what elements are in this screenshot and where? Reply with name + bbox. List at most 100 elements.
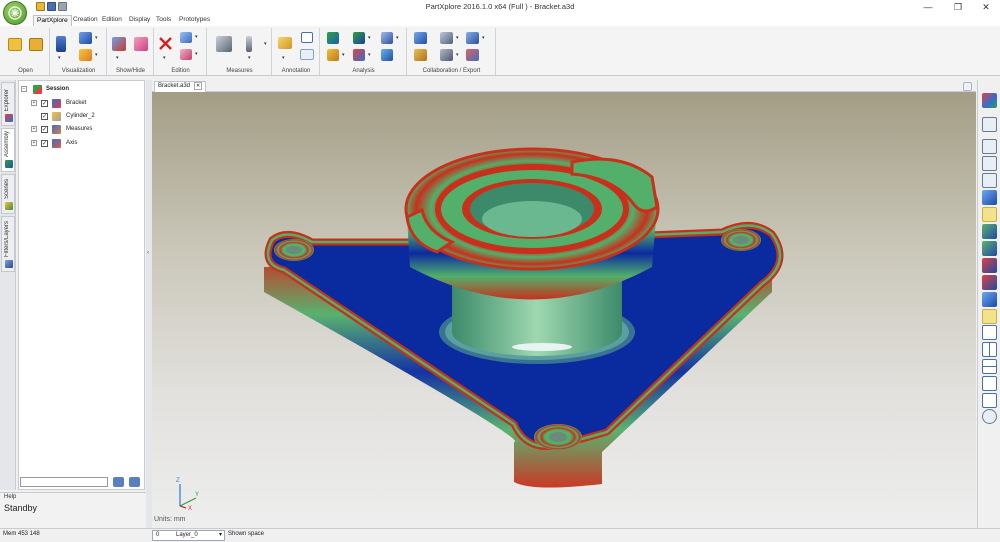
single-viewport-icon[interactable] bbox=[982, 325, 997, 340]
collapse-panel-icon[interactable]: ‹ bbox=[147, 250, 149, 256]
visibility-checkbox[interactable]: ✓ bbox=[41, 140, 48, 147]
grid-viewports-icon[interactable] bbox=[982, 393, 997, 408]
expand-icon[interactable]: + bbox=[31, 100, 37, 106]
3d-viewport[interactable]: Units: mm Z Y X bbox=[152, 92, 976, 528]
view-cube-dropdown-icon[interactable]: ▾ bbox=[95, 35, 98, 41]
tree-node-cylinder[interactable]: ✓ Cylinder_2 bbox=[31, 111, 141, 122]
view-top-icon[interactable] bbox=[982, 224, 997, 239]
copy-icon[interactable] bbox=[180, 32, 192, 43]
lighting-icon[interactable] bbox=[79, 49, 92, 61]
search-down-icon[interactable] bbox=[113, 477, 124, 487]
tree-node-session[interactable]: − Session bbox=[21, 84, 141, 95]
hide-icon[interactable] bbox=[134, 37, 148, 51]
view-toolbar bbox=[977, 80, 1000, 528]
share-dropdown-icon[interactable]: ▾ bbox=[456, 35, 459, 41]
measure-distance-icon[interactable] bbox=[216, 36, 232, 52]
side-tab-assembly[interactable]: Assembly bbox=[1, 128, 15, 172]
view-home-icon[interactable] bbox=[982, 93, 997, 108]
visibility-checkbox[interactable]: ✓ bbox=[41, 126, 48, 133]
viewport-options-icon[interactable] bbox=[963, 82, 972, 91]
publish-dropdown-icon[interactable]: ▾ bbox=[482, 35, 485, 41]
view-right-icon[interactable] bbox=[982, 275, 997, 290]
side-tab-explorer[interactable]: Explorer bbox=[1, 82, 15, 126]
analysis-thickness-icon[interactable] bbox=[327, 49, 339, 61]
flag-icon[interactable] bbox=[301, 32, 313, 43]
open-recent-icon[interactable] bbox=[29, 38, 43, 51]
tab-display[interactable]: Display bbox=[126, 15, 153, 26]
visibility-checkbox[interactable]: ✓ bbox=[41, 113, 48, 120]
render-mode-icon[interactable] bbox=[56, 36, 66, 52]
view-bottom-icon[interactable] bbox=[982, 241, 997, 256]
tree-node-bracket[interactable]: + ✓ Bracket bbox=[31, 98, 141, 109]
close-tab-icon[interactable]: ✕ bbox=[194, 82, 203, 90]
side-tab-scenes[interactable]: Scenes bbox=[1, 174, 15, 214]
transform-dropdown-icon[interactable]: ▾ bbox=[195, 51, 198, 57]
annotation-icon[interactable] bbox=[278, 37, 292, 49]
analysis-curvature-icon[interactable] bbox=[327, 32, 339, 44]
show-dropdown-icon[interactable]: ▾ bbox=[116, 55, 119, 61]
measure-point-dropdown-icon[interactable]: ▾ bbox=[248, 55, 251, 61]
analysis-color-map-dropdown-icon[interactable]: ▾ bbox=[368, 52, 371, 58]
app-logo-icon[interactable] bbox=[3, 1, 27, 25]
four-viewports-icon[interactable] bbox=[982, 376, 997, 391]
view-cube-icon[interactable] bbox=[79, 32, 92, 44]
measure-dropdown-icon[interactable]: ▾ bbox=[264, 41, 267, 47]
render-mode-dropdown-icon[interactable]: ▾ bbox=[58, 55, 61, 61]
zoom-window-icon[interactable] bbox=[982, 139, 997, 154]
zoom-out-icon[interactable] bbox=[982, 173, 997, 188]
export-icon[interactable] bbox=[414, 32, 427, 44]
tab-tools[interactable]: Tools bbox=[153, 15, 174, 26]
visibility-checkbox[interactable]: ✓ bbox=[41, 100, 48, 107]
view-front-icon[interactable] bbox=[982, 190, 997, 205]
view-iso-icon[interactable] bbox=[982, 207, 997, 222]
analysis-compare-dropdown-icon[interactable]: ▾ bbox=[396, 35, 399, 41]
share-icon[interactable] bbox=[440, 32, 453, 44]
analysis-draft-icon[interactable] bbox=[353, 32, 365, 44]
side-tab-filters-layers[interactable]: Filters/Layers bbox=[1, 216, 15, 272]
tab-edition[interactable]: Edition bbox=[99, 15, 125, 26]
lighting-dropdown-icon[interactable]: ▾ bbox=[95, 52, 98, 58]
analysis-compare-icon[interactable] bbox=[381, 32, 393, 44]
maximize-button[interactable]: ❐ bbox=[944, 0, 972, 15]
copy-dropdown-icon[interactable]: ▾ bbox=[195, 34, 198, 40]
delete-icon[interactable] bbox=[158, 36, 173, 51]
zoom-selection-icon[interactable] bbox=[982, 409, 997, 424]
layer-select[interactable]: 0 Layer_0 ▾ bbox=[152, 530, 225, 541]
analysis-thickness-dropdown-icon[interactable]: ▾ bbox=[342, 52, 345, 58]
view-left-icon[interactable] bbox=[982, 258, 997, 273]
analysis-draft-dropdown-icon[interactable]: ▾ bbox=[368, 35, 371, 41]
expand-icon[interactable]: + bbox=[31, 140, 37, 146]
zoom-in-icon[interactable] bbox=[982, 156, 997, 171]
section-view-icon[interactable] bbox=[982, 309, 997, 324]
show-icon[interactable] bbox=[112, 37, 126, 51]
screenshot-icon[interactable] bbox=[414, 49, 427, 61]
transform-icon[interactable] bbox=[180, 49, 192, 60]
text-note-icon[interactable] bbox=[300, 49, 314, 60]
tab-prototypes[interactable]: Prototypes bbox=[176, 15, 213, 26]
analysis-color-map-icon[interactable] bbox=[353, 49, 365, 61]
print-model-icon[interactable] bbox=[440, 49, 453, 61]
split-vertical-icon[interactable] bbox=[982, 342, 997, 357]
publish-icon[interactable] bbox=[466, 32, 479, 44]
tree-node-measures[interactable]: + ✓ Measures bbox=[31, 124, 141, 135]
tree-search-input[interactable] bbox=[20, 477, 108, 487]
collapse-icon[interactable]: − bbox=[21, 86, 27, 92]
tree-node-axis[interactable]: + ✓ Axis bbox=[31, 138, 141, 149]
open-folder-icon[interactable] bbox=[8, 38, 22, 51]
analysis-section-icon[interactable] bbox=[381, 49, 393, 61]
measure-point-icon[interactable] bbox=[246, 36, 252, 52]
tab-partxplore[interactable]: PartXplore bbox=[33, 15, 72, 26]
view-back-icon[interactable] bbox=[982, 292, 997, 307]
minimize-button[interactable]: — bbox=[914, 0, 942, 15]
send-icon[interactable] bbox=[466, 49, 479, 61]
expand-icon[interactable]: + bbox=[31, 126, 37, 132]
document-tab[interactable]: Bracket.a3d ✕ bbox=[154, 81, 207, 92]
delete-dropdown-icon[interactable]: ▾ bbox=[163, 55, 166, 61]
annotation-dropdown-icon[interactable]: ▾ bbox=[282, 55, 285, 61]
split-horizontal-icon[interactable] bbox=[982, 359, 997, 374]
tab-creation[interactable]: Creation bbox=[70, 15, 101, 26]
print-model-dropdown-icon[interactable]: ▾ bbox=[456, 52, 459, 58]
search-up-icon[interactable] bbox=[129, 477, 140, 487]
zoom-fit-icon[interactable] bbox=[982, 117, 997, 132]
close-button[interactable]: ✕ bbox=[972, 0, 1000, 15]
